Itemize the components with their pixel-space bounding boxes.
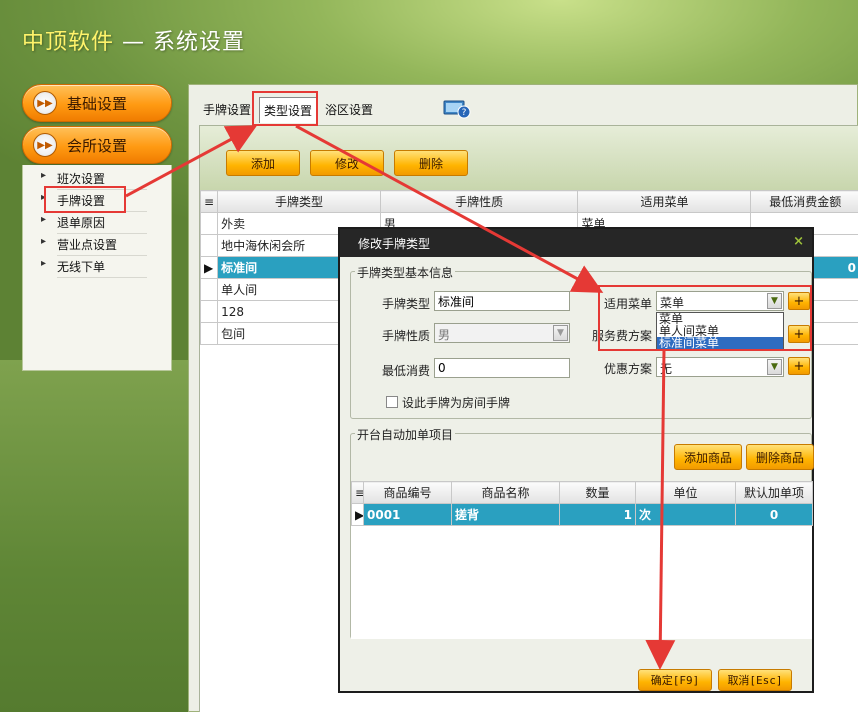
nav-basic-settings-button[interactable]: ▶▶ 基础设置: [22, 84, 172, 122]
column-header[interactable]: 商品名称: [451, 481, 560, 504]
close-icon[interactable]: ×: [793, 234, 804, 249]
tab-wristband-settings[interactable]: 手牌设置: [199, 97, 255, 123]
row-indicator-header: ≡: [351, 481, 364, 504]
edit-button[interactable]: 修改: [310, 150, 384, 176]
column-header[interactable]: 默认加单项: [735, 481, 813, 504]
annotation-box-wristband-item: [44, 186, 126, 213]
room-wristband-checkbox[interactable]: [386, 396, 398, 408]
delete-button[interactable]: 删除: [394, 150, 468, 176]
fast-forward-icon: ▶▶: [33, 91, 57, 115]
column-header[interactable]: 最低消费金额: [750, 190, 858, 213]
min-spend-input[interactable]: [434, 358, 570, 378]
row-pointer-icon: ▶: [199, 256, 219, 279]
auto-add-legend: 开台自动加单项目: [355, 426, 456, 443]
column-header[interactable]: 适用菜单: [577, 190, 752, 213]
cell-unit: 次: [635, 503, 736, 526]
auto-add-goods-table: ≡ 商品编号 商品名称 数量 单位 默认加单项 ▶ 0001 搓背 1 次 0: [351, 481, 813, 526]
cell-qty: 1: [559, 503, 636, 526]
add-goods-button[interactable]: 添加商品: [674, 444, 742, 470]
row-indicator: [199, 322, 219, 345]
cell-default: 0: [735, 503, 813, 526]
delete-goods-button[interactable]: 删除商品: [746, 444, 814, 470]
app-title: 中顶软件 — 系统设置: [22, 24, 245, 56]
dialog-title: 修改手牌类型: [358, 236, 431, 251]
nav-club-settings-button[interactable]: ▶▶ 会所设置: [22, 126, 172, 164]
nature-label: 手牌性质: [381, 329, 430, 343]
title-dash: —: [122, 30, 146, 55]
discount-value: 无: [660, 362, 673, 376]
basic-info-legend: 手牌类型基本信息: [355, 264, 456, 281]
column-header[interactable]: 单位: [635, 481, 736, 504]
annotation-box-menu-select: [598, 285, 812, 351]
table-header-row: ≡ 手牌类型 手牌性质 适用菜单 最低消费金额: [199, 190, 858, 213]
chevron-down-icon: ▼: [767, 359, 782, 375]
column-header[interactable]: 手牌性质: [379, 190, 579, 213]
row-indicator: [199, 300, 219, 323]
fast-forward-icon: ▶▶: [33, 133, 57, 157]
cell-code: 0001: [363, 503, 452, 526]
room-wristband-label: 设此手牌为房间手牌: [402, 396, 511, 410]
nature-value: 男: [438, 328, 451, 342]
nav-club-settings-label: 会所设置: [67, 136, 128, 155]
column-header[interactable]: 商品编号: [363, 481, 452, 504]
submenu-item-refund-reason[interactable]: 退单原因: [41, 214, 147, 234]
confirm-button[interactable]: 确定[F9]: [638, 669, 712, 691]
tab-bath-area-settings[interactable]: 浴区设置: [321, 97, 377, 123]
cancel-button[interactable]: 取消[Esc]: [718, 669, 792, 691]
svg-text:?: ?: [462, 108, 467, 118]
submenu-item-business-point[interactable]: 营业点设置: [41, 236, 147, 256]
annotation-box-type-tab: [252, 91, 318, 126]
page-title: 系统设置: [153, 30, 246, 55]
row-indicator: [199, 212, 219, 235]
dialog-title-bar: 修改手牌类型 ×: [340, 229, 812, 257]
brand-name: 中顶软件: [22, 30, 115, 55]
add-discount-button[interactable]: +: [788, 357, 810, 375]
table-row-selected[interactable]: ▶ 0001 搓背 1 次 0: [351, 503, 813, 526]
type-name-input[interactable]: [434, 291, 570, 311]
submenu-item-wireless-order[interactable]: 无线下单: [41, 258, 147, 278]
column-header[interactable]: 手牌类型: [217, 190, 381, 213]
chevron-down-icon: ▼: [553, 325, 568, 341]
cell-name: 搓背: [451, 503, 560, 526]
type-label: 手牌类型: [381, 297, 430, 311]
column-header[interactable]: 数量: [559, 481, 636, 504]
row-pointer-icon: ▶: [351, 503, 364, 526]
discount-select[interactable]: 无 ▼: [656, 357, 784, 377]
add-button[interactable]: 添加: [226, 150, 300, 176]
min-spend-label: 最低消费: [381, 364, 430, 378]
table-header-row: ≡ 商品编号 商品名称 数量 单位 默认加单项: [351, 481, 813, 504]
discount-label: 优惠方案: [603, 362, 652, 376]
row-indicator-header: ≡: [199, 190, 219, 213]
row-indicator: [199, 234, 219, 257]
row-indicator: [199, 278, 219, 301]
nav-basic-settings-label: 基础设置: [67, 94, 128, 113]
help-monitor-icon[interactable]: ?: [443, 99, 471, 119]
nature-select[interactable]: 男 ▼: [434, 323, 570, 343]
